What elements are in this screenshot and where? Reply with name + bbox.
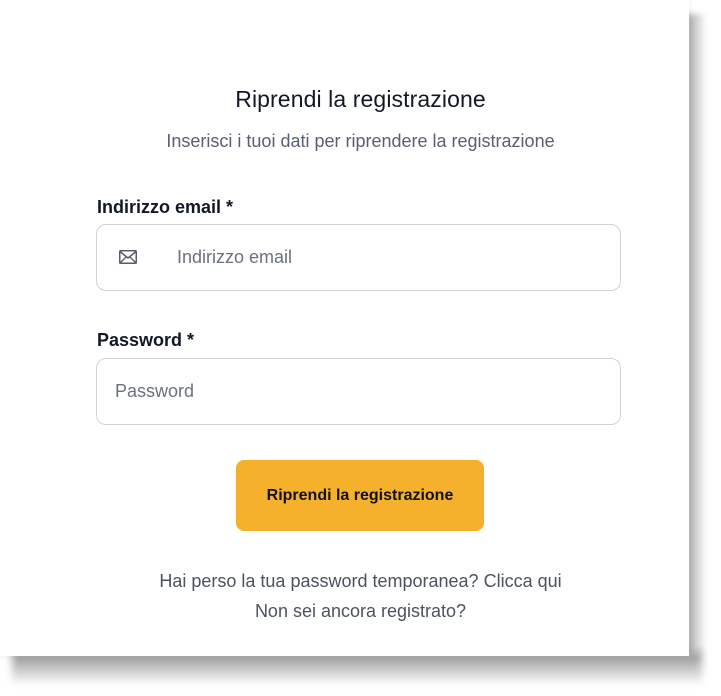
email-label: Indirizzo email * xyxy=(97,197,234,217)
envelope-icon xyxy=(119,250,137,264)
password-field-container[interactable] xyxy=(96,358,621,425)
lost-password-line: Hai perso la tua password temporanea? Cl… xyxy=(0,571,721,592)
resume-registration-card: Riprendi la registrazione Inserisci i tu… xyxy=(0,0,689,656)
card-shadow-bottom xyxy=(12,652,702,682)
not-registered-link[interactable]: Non sei ancora registrato? xyxy=(0,601,721,622)
lost-password-text: Hai perso la tua password temporanea? xyxy=(159,571,479,591)
lost-password-link[interactable]: Clicca qui xyxy=(484,571,562,591)
password-label: Password * xyxy=(97,330,195,350)
email-input[interactable] xyxy=(177,225,607,290)
form-subtitle: Inserisci i tuoi dati per riprendere la … xyxy=(166,131,555,151)
password-input[interactable] xyxy=(115,359,605,424)
form-title: Riprendi la registrazione xyxy=(235,86,486,112)
resume-registration-button[interactable]: Riprendi la registrazione xyxy=(236,460,484,531)
email-field-container[interactable] xyxy=(96,224,621,291)
page: Riprendi la registrazione Inserisci i tu… xyxy=(0,0,721,696)
